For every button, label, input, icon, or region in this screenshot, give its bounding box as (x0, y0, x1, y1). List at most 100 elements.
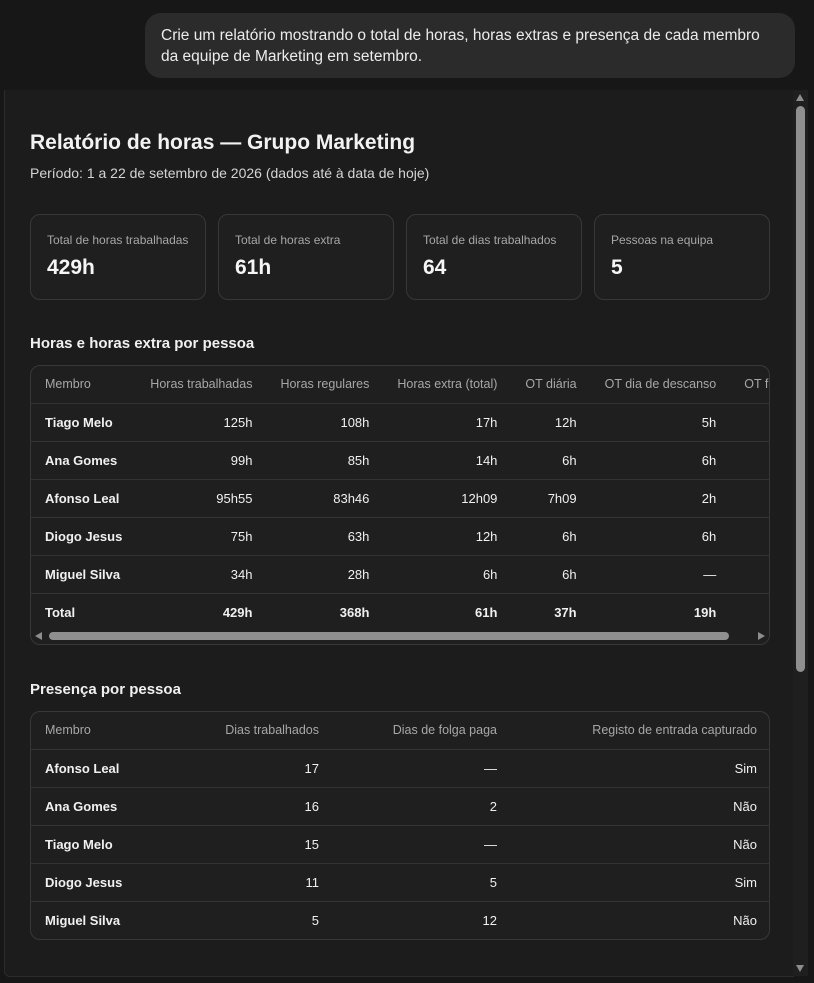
horizontal-scrollbar[interactable] (31, 628, 769, 644)
column-header: Horas regulares (280, 377, 370, 392)
table-header-row: Membro Horas trabalhadas Horas regulares… (31, 366, 769, 403)
table-row: Tiago Melo 15 — Não (31, 824, 769, 863)
table-cell: 368h (266, 592, 384, 628)
member-name: Ana Gomes (31, 440, 137, 479)
table-cell: — (730, 516, 769, 555)
hours-table: Membro Horas trabalhadas Horas regulares… (31, 366, 769, 628)
table-cell: — (333, 824, 511, 863)
member-name: Tiago Melo (31, 402, 137, 441)
column-header: Membro (45, 723, 91, 738)
table-row: Miguel Silva 34h 28h 6h 6h — — (31, 554, 769, 593)
table-cell: 5 (333, 862, 511, 901)
user-message-text: Crie um relatório mostrando o total de h… (161, 27, 760, 65)
table-cell: 6h (511, 440, 591, 479)
table-cell: 2h (730, 440, 769, 479)
member-name: Miguel Silva (31, 900, 151, 939)
table-row: Afonso Leal 17 — Sim (31, 748, 769, 787)
table-cell: 5h (590, 402, 731, 441)
column-header: OT dia de descanso (604, 377, 717, 392)
table-cell: 3h (730, 478, 769, 517)
hours-table-container: Membro Horas trabalhadas Horas regulares… (30, 365, 770, 645)
table-cell: 83h46 (266, 478, 384, 517)
table-cell: 16 (151, 786, 333, 825)
stat-card-label: Total de horas trabalhadas (47, 233, 189, 247)
table-cell: 125h (136, 402, 267, 441)
table-cell: 7h09 (511, 478, 591, 517)
table-cell: 5h (730, 592, 769, 628)
table-cell: 6h (590, 516, 731, 555)
stat-card-label: Total de horas extra (235, 233, 341, 247)
table-row: Tiago Melo 125h 108h 17h 12h 5h — (31, 402, 769, 441)
report-title: Relatório de horas — Grupo Marketing (30, 131, 416, 154)
table-header-row: Membro Dias trabalhados Dias de folga pa… (31, 712, 769, 749)
column-header: Registo de entrada capturado (592, 723, 757, 738)
table-cell: 14h (383, 440, 512, 479)
report-period: Período: 1 a 22 de setembro de 2026 (dad… (30, 165, 430, 181)
column-header: Horas extra (total) (397, 377, 498, 392)
table-cell: 17h (383, 402, 512, 441)
column-header: OT diária (525, 377, 577, 392)
table-cell: 63h (266, 516, 384, 555)
hours-section-title: Horas e horas extra por pessoa (30, 335, 255, 352)
table-row: Diogo Jesus 11 5 Sim (31, 862, 769, 901)
table-cell: Sim (511, 748, 769, 787)
scroll-left-arrow-icon[interactable] (35, 632, 42, 640)
table-cell: 6h (511, 516, 591, 555)
table-cell: 61h (383, 592, 512, 628)
table-cell: — (730, 554, 769, 593)
vertical-scrollbar[interactable] (793, 90, 808, 976)
table-cell: Sim (511, 862, 769, 901)
stat-card-label: Pessoas na equipa (611, 233, 714, 247)
table-cell: Não (511, 900, 769, 939)
table-cell: 34h (136, 554, 267, 593)
table-cell: 2 (333, 786, 511, 825)
total-label: Total (31, 592, 137, 628)
column-header: Horas trabalhadas (150, 377, 253, 392)
stat-card-overtime: Total de horas extra 61h (218, 214, 394, 300)
scroll-up-arrow-icon[interactable] (796, 94, 804, 101)
table-cell: 11 (151, 862, 333, 901)
table-cell: 95h55 (136, 478, 267, 517)
stat-card-value: 64 (423, 256, 447, 279)
vertical-scrollbar-thumb[interactable] (796, 106, 805, 672)
scroll-down-arrow-icon[interactable] (796, 965, 804, 972)
table-cell: 28h (266, 554, 384, 593)
table-cell: 6h (590, 440, 731, 479)
table-cell: 19h (590, 592, 731, 628)
table-cell: — (730, 402, 769, 441)
member-name: Ana Gomes (31, 786, 151, 825)
table-cell: Não (511, 824, 769, 863)
member-name: Tiago Melo (31, 824, 151, 863)
table-cell: 108h (266, 402, 384, 441)
presence-table: Membro Dias trabalhados Dias de folga pa… (31, 712, 769, 939)
stat-card-total-hours: Total de horas trabalhadas 429h (30, 214, 206, 300)
column-header: Dias de folga paga (392, 723, 497, 738)
member-name: Afonso Leal (31, 748, 151, 787)
report-panel: Relatório de horas — Grupo Marketing Per… (4, 90, 794, 977)
table-cell: 85h (266, 440, 384, 479)
table-cell: 37h (511, 592, 591, 628)
table-cell: 75h (136, 516, 267, 555)
table-row: Miguel Silva 5 12 Não (31, 900, 769, 939)
column-header: OT feriado (744, 377, 769, 392)
stat-card-value: 5 (611, 256, 623, 279)
table-cell: 17 (151, 748, 333, 787)
user-message-bubble: Crie um relatório mostrando o total de h… (145, 13, 795, 78)
table-cell: 99h (136, 440, 267, 479)
horizontal-scrollbar-thumb[interactable] (49, 632, 729, 640)
hours-table-viewport[interactable]: Membro Horas trabalhadas Horas regulares… (31, 366, 769, 628)
table-cell: 15 (151, 824, 333, 863)
table-cell: 12h (383, 516, 512, 555)
member-name: Afonso Leal (31, 478, 137, 517)
stat-card-value: 61h (235, 256, 272, 279)
member-name: Diogo Jesus (31, 862, 151, 901)
table-cell: 6h (511, 554, 591, 593)
stat-card-label: Total de dias trabalhados (423, 233, 557, 247)
table-cell: 12 (333, 900, 511, 939)
table-cell: Não (511, 786, 769, 825)
table-cell: — (333, 748, 511, 787)
scroll-right-arrow-icon[interactable] (758, 632, 765, 640)
stat-card-days-worked: Total de dias trabalhados 64 (406, 214, 582, 300)
stat-card-value: 429h (47, 256, 95, 279)
table-cell: 429h (136, 592, 267, 628)
